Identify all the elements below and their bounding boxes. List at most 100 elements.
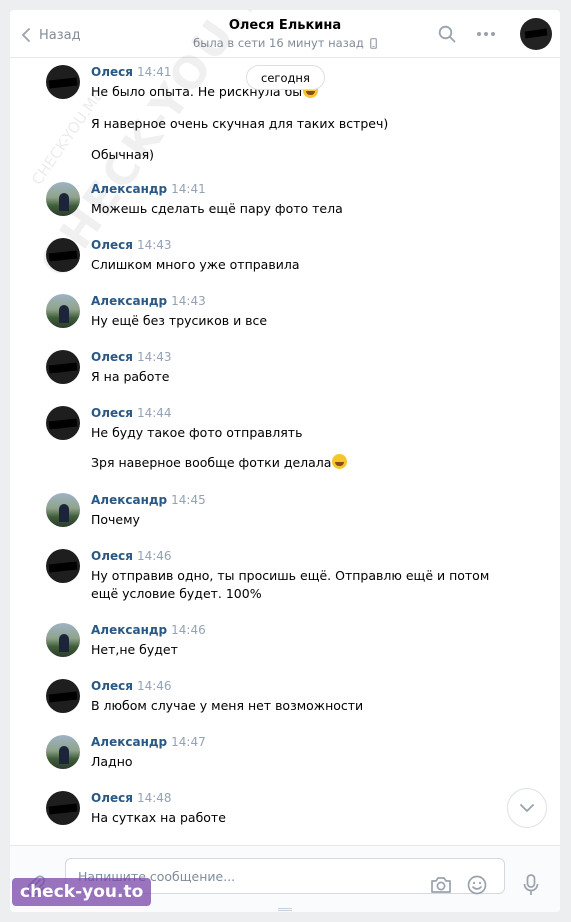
message-text-content: Ладно: [91, 754, 133, 769]
author-avatar[interactable]: [46, 182, 80, 216]
message-time[interactable]: 14:41: [137, 65, 172, 79]
message-meta: Олеся 14:44: [91, 406, 172, 421]
message-meta: Олеся 14:46: [91, 549, 172, 564]
message-text-content: Я на работе: [91, 369, 170, 384]
message-text-content: На сутках на работе: [91, 810, 226, 825]
microphone-icon[interactable]: [523, 874, 539, 896]
message-text: На сутках на работе: [91, 809, 226, 827]
message-text-content: Нет,не будет: [91, 642, 178, 657]
message-meta: Олеся 14:46: [91, 679, 172, 694]
message-meta: Олеся 14:41: [91, 65, 172, 80]
message-text-content: Можешь сделать ещё пару фото тела: [91, 201, 343, 216]
chat-avatar[interactable]: [520, 18, 552, 50]
message-text: Нет,не будет: [91, 641, 178, 659]
message-meta: Александр 14:46: [91, 623, 206, 638]
more-options-icon[interactable]: [476, 31, 496, 37]
author-avatar[interactable]: [46, 406, 80, 440]
author-name[interactable]: Олеся: [91, 406, 133, 420]
message-item[interactable]: Олеся 14:48 На сутках на работе: [46, 791, 516, 841]
author-avatar[interactable]: [46, 238, 80, 272]
message-text-content: ещё условие будет. 100%: [91, 586, 262, 601]
grinning-face-emoji-icon: [332, 454, 348, 469]
message-meta: Александр 14:47: [91, 735, 206, 750]
author-name[interactable]: Олеся: [91, 791, 133, 805]
message-time[interactable]: 14:46: [171, 623, 206, 637]
message-text-content: Не буду такое фото отправлять: [91, 425, 303, 440]
message-meta: Олеся 14:43: [91, 350, 172, 365]
message-composer: [10, 845, 560, 912]
message-meta: Олеся 14:48: [91, 791, 172, 806]
author-name[interactable]: Олеся: [91, 350, 133, 364]
message-text: ещё условие будет. 100%: [91, 585, 262, 603]
chat-title: Олеся Елькина: [228, 18, 342, 33]
author-name[interactable]: Александр: [91, 182, 167, 196]
chat-window: Назад Олеся Елькина была в сети 16 минут…: [10, 10, 560, 912]
author-name[interactable]: Олеся: [91, 238, 133, 252]
scroll-down-button[interactable]: [507, 788, 547, 828]
chat-title-block[interactable]: Олеся Елькина была в сети 16 минут назад: [160, 18, 410, 51]
message-item[interactable]: Александр 14:41 Можешь сделать ещё пару фо…: [46, 182, 516, 232]
message-text: Обычная): [91, 146, 154, 164]
message-meta: Александр 14:41: [91, 182, 206, 197]
message-item[interactable]: Олеся 14:46 В любом случае у меня нет возм…: [46, 679, 516, 729]
message-meta: Александр 14:43: [91, 294, 206, 309]
message-text: Зря наверное вообще фотки делала: [91, 454, 348, 472]
author-name[interactable]: Александр: [91, 735, 167, 749]
message-text-content: Обычная): [91, 147, 155, 162]
message-meta: Олеся 14:43: [91, 238, 172, 253]
message-text-content: В любом случае у меня нет возможности: [91, 698, 364, 713]
message-text: Слишком много уже отправила: [91, 256, 299, 274]
message-item[interactable]: Олеся 14:44 Не буду такое фото отправлять З…: [46, 406, 516, 470]
author-avatar[interactable]: [46, 350, 80, 384]
author-avatar[interactable]: [46, 679, 80, 713]
message-time[interactable]: 14:44: [137, 406, 172, 420]
message-time[interactable]: 14:46: [137, 549, 172, 563]
chevron-down-icon: [520, 804, 534, 812]
author-avatar[interactable]: [46, 294, 80, 328]
author-name[interactable]: Олеся: [91, 679, 133, 693]
message-time[interactable]: 14:48: [137, 791, 172, 805]
message-item[interactable]: Александр 14:46 Нет,не будет: [46, 623, 516, 673]
online-status: была в сети 16 минут назад: [193, 36, 377, 50]
message-item[interactable]: Олеся 14:43 Слишком много уже отправила: [46, 238, 516, 288]
search-icon[interactable]: [438, 25, 456, 43]
author-name[interactable]: Олеся: [91, 65, 133, 79]
camera-icon[interactable]: [430, 876, 452, 894]
message-item[interactable]: Олеся 14:46 Ну отправив одно, ты просишь е…: [46, 549, 516, 601]
message-text-content: Зря наверное вообще фотки делала: [91, 455, 332, 470]
message-time[interactable]: 14:43: [137, 350, 172, 364]
author-avatar[interactable]: [46, 549, 80, 583]
header-actions: [438, 25, 496, 43]
author-avatar[interactable]: [46, 735, 80, 769]
message-text-content: Почему: [91, 512, 140, 527]
resize-handle[interactable]: [278, 908, 292, 911]
message-text-content: Ну отправив одно, ты просишь ещё. Отправ…: [91, 568, 490, 583]
message-item[interactable]: Александр 14:47 Ладно: [46, 735, 516, 785]
message-text: Не буду такое фото отправлять: [91, 424, 302, 442]
author-name[interactable]: Александр: [91, 623, 167, 637]
author-avatar[interactable]: [46, 493, 80, 527]
message-item[interactable]: Александр 14:43 Ну ещё без трусиков и все: [46, 294, 516, 344]
author-name[interactable]: Александр: [91, 493, 167, 507]
message-time[interactable]: 14:46: [137, 679, 172, 693]
message-item[interactable]: Олеся 14:43 Я на работе: [46, 350, 516, 400]
message-time[interactable]: 14:45: [171, 493, 206, 507]
emoji-icon[interactable]: [467, 875, 487, 895]
message-text: Можешь сделать ещё пару фото тела: [91, 200, 343, 218]
author-name[interactable]: Олеся: [91, 549, 133, 563]
message-item[interactable]: Александр 14:45 Почему: [46, 493, 516, 543]
attach-icon[interactable]: [26, 874, 46, 896]
message-time[interactable]: 14:47: [171, 735, 206, 749]
author-avatar[interactable]: [46, 65, 80, 99]
message-text: В любом случае у меня нет возможности: [91, 697, 363, 715]
message-time[interactable]: 14:41: [171, 182, 206, 196]
author-name[interactable]: Александр: [91, 294, 167, 308]
chevron-left-icon: [22, 28, 30, 42]
back-button[interactable]: Назад: [22, 25, 81, 45]
author-avatar[interactable]: [46, 623, 80, 657]
message-text: Ну ещё без трусиков и все: [91, 312, 267, 330]
message-time[interactable]: 14:43: [171, 294, 206, 308]
message-time[interactable]: 14:43: [137, 238, 172, 252]
author-avatar[interactable]: [46, 791, 80, 825]
message-text: Я наверное очень скучная для таких встре…: [91, 115, 388, 133]
